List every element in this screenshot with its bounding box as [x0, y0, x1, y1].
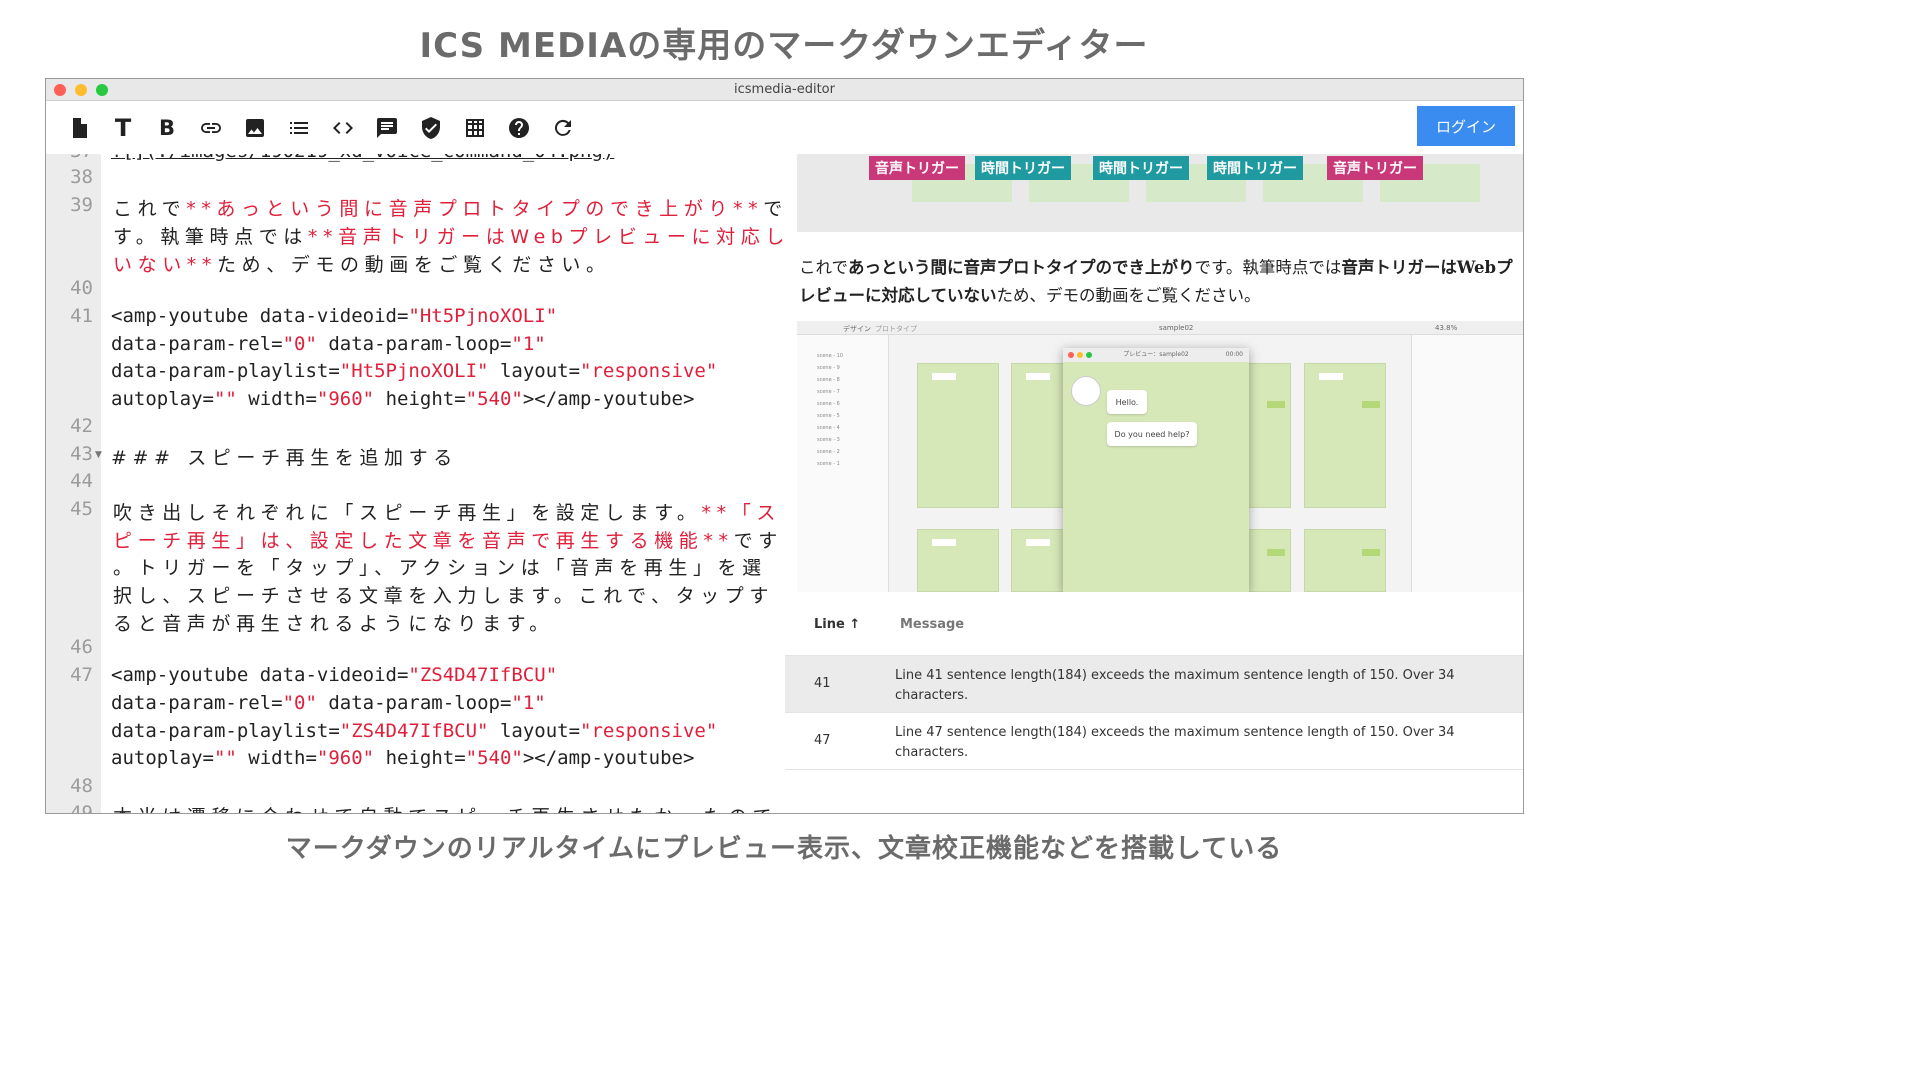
column-header-message[interactable]: Message [900, 617, 964, 632]
code-line-37: ![](./images/190219_xd_voice_command_04.… [111, 154, 614, 162]
xd-preview-titlebar: プレビュー：sample02 00:00 [1063, 348, 1249, 362]
page-title: ICS MEDIAの専用のマークダウンエディター [419, 26, 1149, 66]
line-number: 39 [70, 194, 93, 216]
code-line-47: <amp-youtube data-videoid="ZS4D47IfBCU" [111, 664, 558, 686]
line-number: 43 [70, 443, 93, 465]
preview-pane: 音声トリガー 時間トリガー 時間トリガー 時間トリガー 音声トリガー これであっ… [785, 154, 1523, 813]
code-line-45-wrap: ると音声が再生されるようになります。 [113, 613, 554, 635]
editor-window: icsmedia-editor T B ログイン 38 39 40 41 42 … [45, 78, 1524, 814]
line-number: 40 [70, 277, 93, 299]
comment-icon[interactable] [374, 115, 400, 141]
trigger-label: 時間トリガー [1207, 156, 1303, 180]
xd-layers-panel: scene - 10 scene - 9 scene - 8 scene - 7… [797, 335, 889, 592]
xd-artboard [1304, 529, 1386, 592]
row-message: Line 47 sentence length(184) exceeds the… [895, 725, 1455, 760]
xd-properties-panel [1411, 335, 1523, 592]
login-button[interactable]: ログイン [1417, 106, 1515, 146]
sort-arrow-icon: ↑ [849, 617, 861, 632]
code-line-47-wrap: data-param-playlist="ZS4D47IfBCU" layout… [111, 720, 718, 742]
table-row[interactable]: 41 Line 41 sentence length(184) exceeds … [785, 656, 1523, 713]
chat-bubble: Hello. [1107, 390, 1147, 414]
list-icon[interactable] [286, 115, 312, 141]
avatar [1071, 376, 1101, 406]
code-line-45-wrap: 。トリガーを「タップ」、アクションは「音声を再生」を選 [113, 557, 767, 579]
code-line-39-wrap: いない**ため、デモの動画をご覧ください。 [113, 254, 611, 276]
code-line-45: 吹き出しそれぞれに「スピーチ再生」を設定します。**「ス [113, 502, 781, 524]
table-icon[interactable] [462, 115, 488, 141]
line-number: 42 [70, 415, 93, 437]
line-number: 37 [46, 154, 93, 162]
bold-icon[interactable]: B [154, 115, 180, 141]
fold-arrow-icon[interactable]: ▼ [95, 450, 102, 460]
table-row[interactable]: 47 Line 47 sentence length(184) exceeds … [785, 713, 1523, 770]
code-line-39-wrap: す。執筆時点では**音声トリガーはWebプレビューに対応して [113, 226, 785, 248]
code-line-47-wrap: autoplay="" width="960" height="540"></a… [111, 747, 695, 769]
file-icon[interactable] [66, 115, 92, 141]
line-number: 41 [70, 305, 93, 327]
code-line-41-wrap: data-param-rel="0" data-param-loop="1" [111, 333, 546, 355]
chat-bubble: Do you need help? [1107, 422, 1197, 446]
caption: マークダウンのリアルタイムにプレビュー表示、文章校正機能などを搭載している [285, 834, 1283, 864]
preview-paragraph: これであっという間に音声プロトタイプのでき上がりです。執筆時点では音声トリガーは… [799, 258, 1513, 305]
code-icon[interactable] [330, 115, 356, 141]
toolbar: T B ログイン [46, 102, 1523, 154]
xd-artboard [917, 529, 999, 592]
line-number: 46 [70, 636, 93, 658]
code-line-43: ### スピーチ再生を追加する [111, 447, 458, 469]
trigger-label: 時間トリガー [975, 156, 1071, 180]
code-line-41: <amp-youtube data-videoid="Ht5PjnoXOLI" [111, 305, 558, 327]
preview-image-triggers: 音声トリガー 時間トリガー 時間トリガー 時間トリガー 音声トリガー [797, 154, 1523, 232]
code-line-41-wrap: autoplay="" width="960" height="540"></a… [111, 388, 695, 410]
lint-results-table: Line ↑ Message 41 Line 41 sentence lengt… [785, 592, 1523, 813]
trigger-label: 時間トリガー [1093, 156, 1189, 180]
code-line-41-wrap: data-param-playlist="Ht5PjnoXOLI" layout… [111, 360, 718, 382]
xd-preview-window: プレビュー：sample02 00:00 Hello. Do you need … [1063, 348, 1249, 592]
row-line-number: 41 [814, 676, 831, 691]
window-title: icsmedia-editor [734, 82, 835, 97]
help-icon[interactable] [506, 115, 532, 141]
line-number: 38 [70, 166, 93, 188]
line-number: 44 [70, 470, 93, 492]
code-line-39: これで**あっという間に音声プロトタイプのでき上がり**で [113, 198, 782, 220]
title-bar: icsmedia-editor [46, 79, 1523, 101]
code-line-45-wrap: 択し、スピーチさせる文章を入力します。これで、タップす [113, 585, 774, 607]
trigger-label: 音声トリガー [1327, 156, 1423, 180]
code-line-49: 本当は遷移に合わせて自動でスピーチ再生させたかったので [113, 802, 777, 813]
xd-header: デザイン プロトタイプ sample02 43.8% [797, 321, 1523, 335]
text-icon[interactable]: T [110, 114, 136, 142]
line-number: 48 [70, 775, 93, 797]
column-header-line[interactable]: Line ↑ [814, 617, 860, 632]
refresh-icon[interactable] [550, 115, 576, 141]
line-number: 45 [70, 498, 93, 520]
link-icon[interactable] [198, 115, 224, 141]
markdown-editor[interactable]: 37 38 39 40 41 42 43 ▼ 44 45 46 47 48 49… [46, 154, 785, 814]
shield-icon[interactable] [418, 115, 444, 141]
line-number: 49 [70, 802, 93, 814]
xd-artboard [917, 363, 999, 508]
code-line-45-wrap: ピーチ再生」は、設定した文章を音声で再生する機能**です [113, 530, 783, 552]
row-message: Line 41 sentence length(184) exceeds the… [895, 668, 1455, 703]
xd-artboard [1304, 363, 1386, 508]
table-header: Line ↑ Message [785, 592, 1523, 656]
trigger-label: 音声トリガー [869, 156, 965, 180]
image-icon[interactable] [242, 115, 268, 141]
code-line-47-wrap: data-param-rel="0" data-param-loop="1" [111, 692, 546, 714]
line-number: 47 [70, 664, 93, 686]
preview-image-xd: デザイン プロトタイプ sample02 43.8% scene - 10 sc… [797, 321, 1523, 592]
row-line-number: 47 [814, 733, 831, 748]
